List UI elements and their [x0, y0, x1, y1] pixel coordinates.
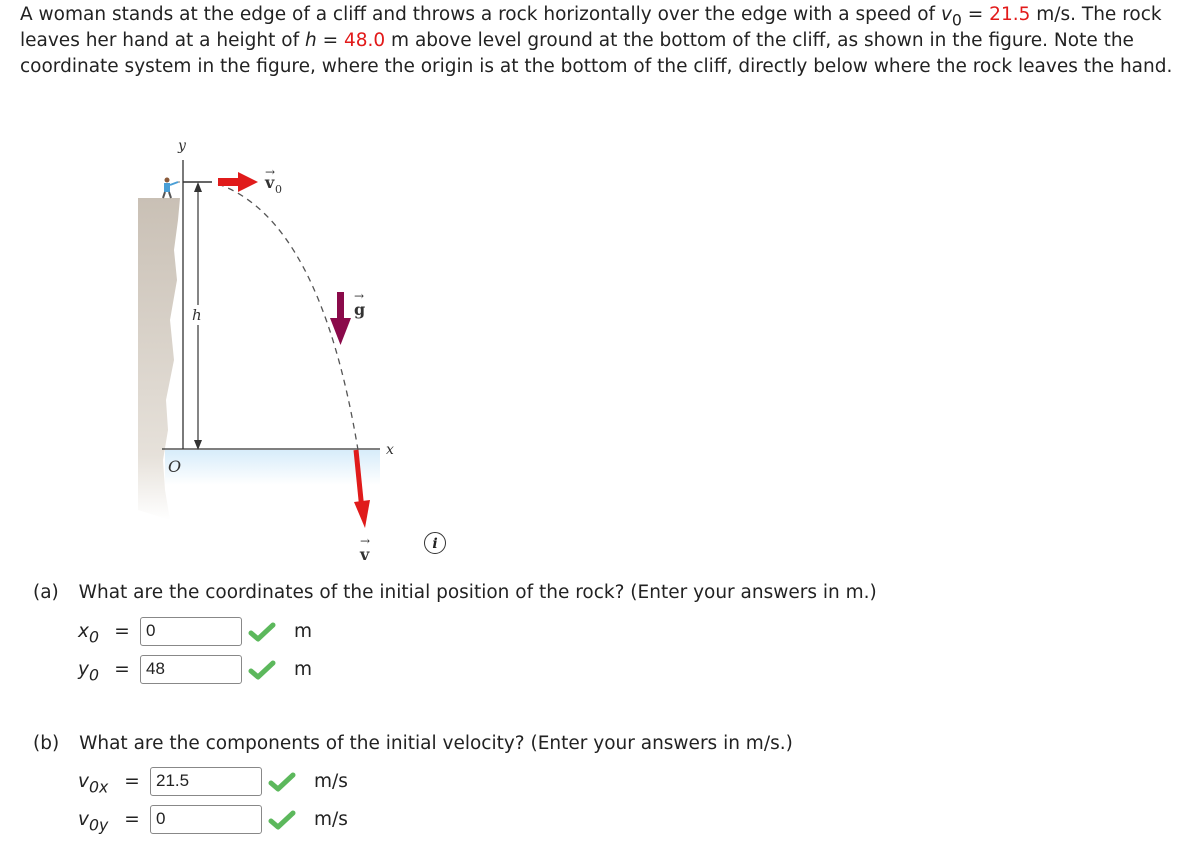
part-b-text: What are the components of the initial v… [79, 733, 793, 754]
origin-label: O [168, 457, 181, 476]
h-value: 48.0 [343, 30, 386, 51]
y-axis-label: y [177, 138, 187, 154]
h-symbol: h [304, 30, 317, 51]
unit-label: m/s [314, 771, 348, 792]
woman-icon [162, 177, 179, 199]
svg-text:→: → [360, 534, 370, 548]
ground [165, 450, 380, 485]
unit-label: m/s [314, 809, 348, 830]
cliff-figure: y x O h v 0 → g → v → [138, 138, 394, 560]
part-b-question: (b) What are the components of the initi… [33, 733, 793, 754]
part-b-label: (b) [33, 733, 60, 754]
g-label: g → [354, 289, 365, 319]
equals-sign: = [114, 621, 130, 642]
checkmark-icon [268, 772, 296, 791]
equals-sign: = [114, 659, 130, 680]
info-icon[interactable]: i [424, 532, 446, 554]
v0-value: 21.5 [989, 4, 1031, 25]
h-label: h [192, 306, 202, 324]
v0-label: v 0 → [264, 165, 282, 196]
v0-arrow [218, 172, 258, 192]
answer-row-v0x: v0x = 21.5 m/s [78, 767, 348, 796]
gravity-arrow [330, 292, 351, 345]
x-axis-label: x [386, 442, 394, 458]
checkmark-icon [248, 622, 276, 641]
y0-input[interactable]: 48 [140, 655, 242, 684]
x0-input[interactable]: 0 [140, 617, 242, 646]
answer-row-v0y: v0y = 0 m/s [78, 805, 348, 834]
svg-text:→: → [265, 165, 275, 179]
v-label: v → [359, 534, 370, 560]
v0-subscript: 0 [951, 10, 962, 30]
v0y-input[interactable]: 0 [150, 805, 262, 834]
v0-symbol: v [940, 4, 952, 25]
problem-statement: A woman stands at the edge of a cliff an… [20, 2, 1190, 80]
part-a-text: What are the coordinates of the initial … [78, 582, 877, 603]
unit-label: m [294, 621, 313, 642]
checkmark-icon [248, 660, 276, 679]
equals: = [316, 30, 344, 51]
statement-text: A woman stands at the edge of a cliff an… [20, 4, 941, 25]
svg-text:→: → [354, 289, 364, 303]
answer-row-x0: x0 = 0 m [78, 617, 312, 646]
equals: = [961, 4, 990, 25]
svg-text:0: 0 [275, 183, 282, 196]
unit-label: m [294, 659, 313, 680]
part-a-label: (a) [33, 582, 59, 603]
equals-sign: = [124, 809, 140, 830]
v0x-input[interactable]: 21.5 [150, 767, 262, 796]
answer-row-y0: y0 = 48 m [78, 655, 312, 684]
equals-sign: = [124, 771, 140, 792]
checkmark-icon [268, 810, 296, 829]
part-a-question: (a) What are the coordinates of the init… [33, 582, 877, 603]
